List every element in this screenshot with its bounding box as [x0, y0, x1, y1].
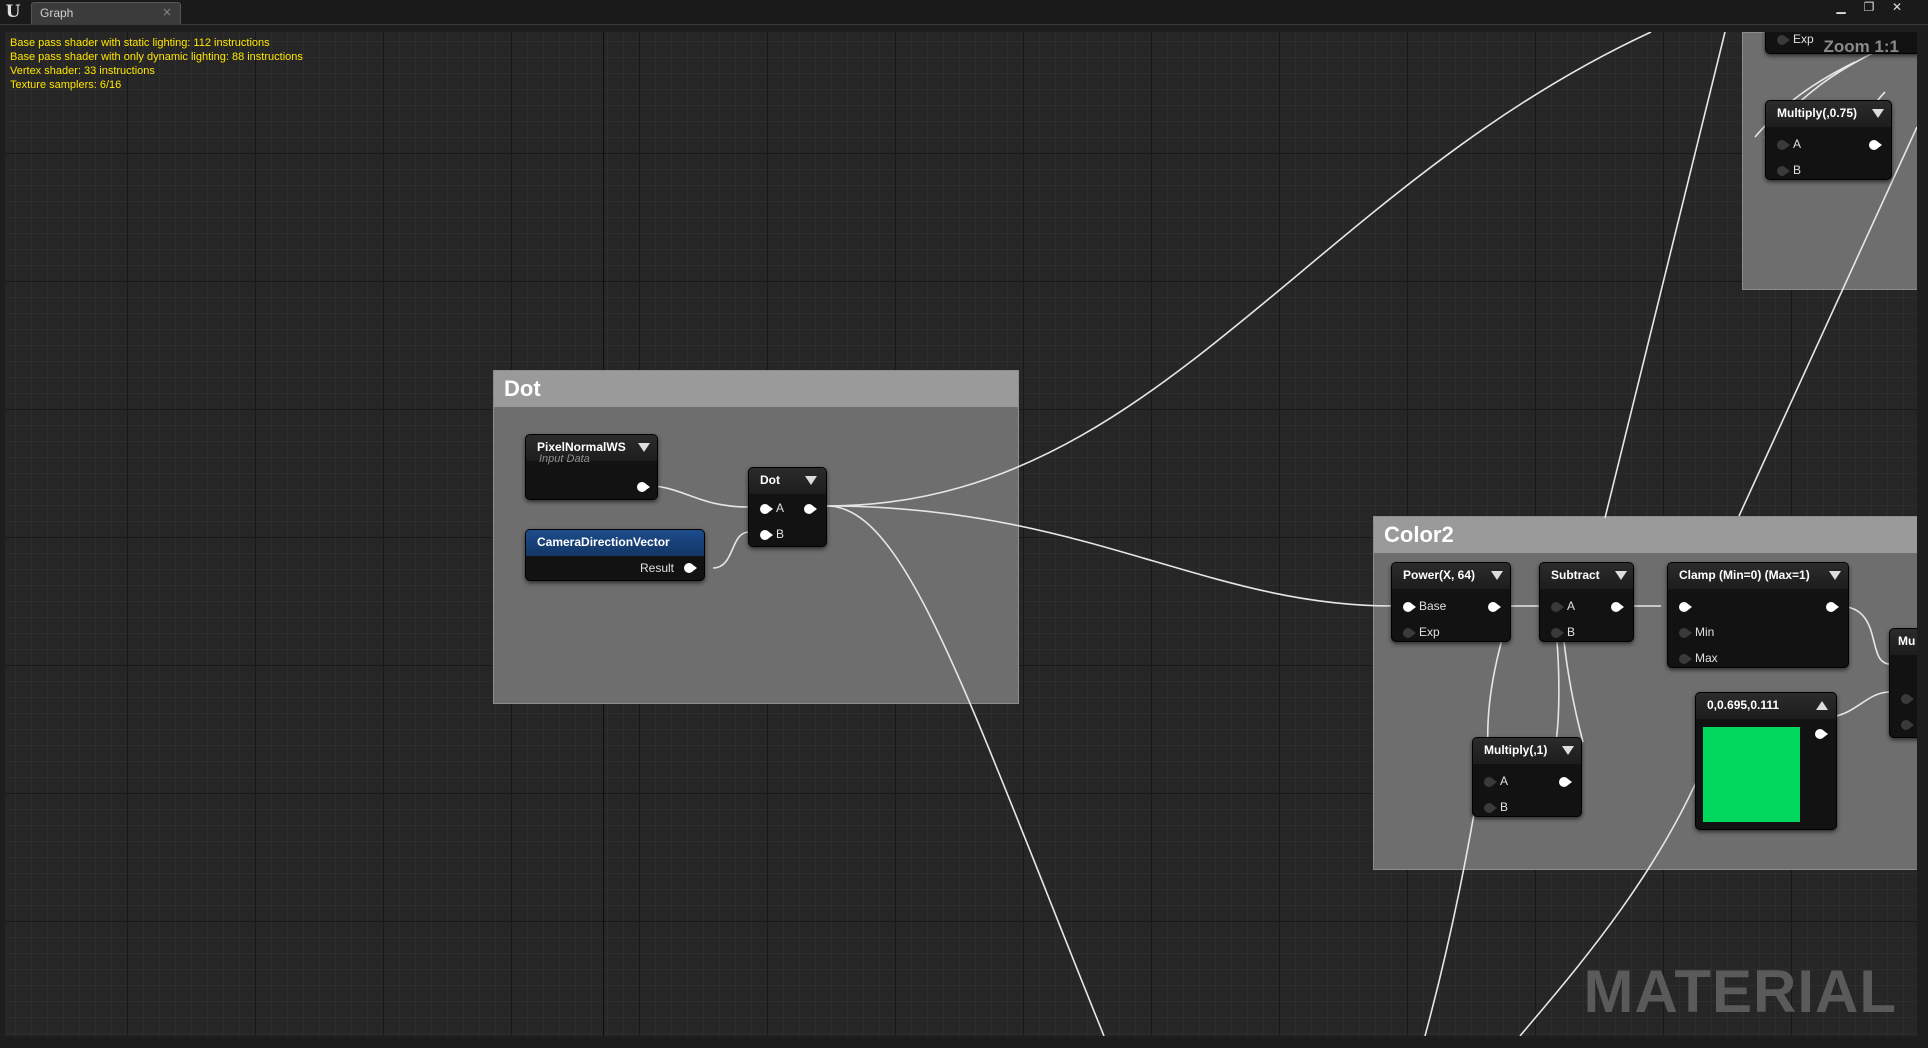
graph-canvas[interactable]: Dot Color2 PixelNormalWS Input Data Came…: [5, 32, 1917, 1036]
material-watermark: MATERIAL: [1583, 958, 1897, 1025]
tab-close-icon[interactable]: ×: [162, 5, 172, 19]
pin-label-b: B: [1793, 163, 1802, 177]
input-pin-b-icon[interactable]: [1551, 628, 1564, 638]
node-subtract[interactable]: Subtract A B: [1539, 562, 1634, 642]
stats-texture-samplers: Texture samplers: 6/16: [10, 79, 122, 91]
node-power[interactable]: Power(X, 64) Base Exp: [1391, 562, 1511, 642]
input-pin-exp-icon[interactable]: [1403, 628, 1416, 638]
output-pin-icon[interactable]: [804, 504, 817, 514]
material-editor-window: U Graph × ▁ ❐ ✕ Dot Color2 PixelNormalWS…: [0, 0, 1928, 1048]
node-constant3vector[interactable]: 0,0.695,0.111: [1695, 692, 1837, 830]
close-icon[interactable]: ✕: [1884, 0, 1910, 16]
node-multiply-1[interactable]: Multiply(,1) A B: [1472, 737, 1582, 817]
pin-label-a: A: [1567, 599, 1576, 613]
unreal-logo-icon: U: [5, 2, 21, 22]
pin-label-b: B: [1500, 800, 1509, 814]
input-pin-a-icon[interactable]: [1484, 777, 1497, 787]
input-pin-min-icon[interactable]: [1679, 628, 1692, 638]
output-pin-icon[interactable]: [1488, 602, 1501, 612]
collapse-arrow-icon[interactable]: [805, 476, 817, 485]
node-clamp[interactable]: Clamp (Min=0) (Max=1) Min Max: [1667, 562, 1849, 668]
input-pin-a-icon[interactable]: [1551, 602, 1564, 612]
output-pin-icon[interactable]: [1826, 602, 1839, 612]
collapse-arrow-icon[interactable]: [1615, 571, 1627, 580]
connection-wires: [638, 32, 1917, 1036]
output-pin-icon[interactable]: [684, 563, 697, 573]
pin-label-exp: Exp: [1793, 32, 1814, 46]
pin-label-a: A: [776, 501, 785, 515]
output-pin-icon[interactable]: [1559, 777, 1572, 787]
pin-label-base: Base: [1419, 599, 1447, 613]
minimize-icon[interactable]: ▁: [1828, 0, 1854, 16]
node-pixelnormalws[interactable]: PixelNormalWS Input Data: [525, 434, 658, 500]
wire-dot-power: [826, 505, 1394, 607]
input-pin-max-icon[interactable]: [1679, 654, 1692, 664]
wire-dot-bottom: [826, 505, 1105, 1036]
collapse-arrow-icon[interactable]: [1491, 571, 1503, 580]
wire-subtract-multiply: [1562, 631, 1584, 743]
input-pin-b-icon[interactable]: [1777, 166, 1790, 176]
zoom-level-label: Zoom 1:1: [1823, 37, 1899, 56]
input-pin-b-icon[interactable]: [760, 530, 773, 540]
pin-label-exp: Exp: [1419, 625, 1440, 639]
node-multiply-partial-title: Mu: [1890, 629, 1917, 655]
input-pin-exp-icon[interactable]: [1777, 35, 1790, 45]
pin-label-a: A: [1793, 137, 1802, 151]
input-pin-icon[interactable]: [1679, 602, 1692, 612]
output-pin-icon[interactable]: [1611, 602, 1624, 612]
collapse-arrow-icon[interactable]: [1872, 109, 1884, 118]
stats-vertex-shader: Vertex shader: 33 instructions: [10, 65, 155, 77]
stats-dynamic-lighting: Base pass shader with only dynamic light…: [10, 51, 303, 63]
pin-label-b: B: [776, 527, 785, 541]
output-pin-icon[interactable]: [1869, 140, 1882, 150]
pin-label-a: A: [1500, 774, 1509, 788]
wire-color2-top-b: [1738, 126, 1917, 517]
color-preview-swatch: [1703, 727, 1800, 822]
input-pin-b-icon[interactable]: [1484, 803, 1497, 813]
restore-icon[interactable]: ❐: [1856, 0, 1882, 16]
input-pin-icon[interactable]: [1901, 694, 1914, 704]
output-pin-icon[interactable]: [1815, 729, 1828, 739]
node-clamp-title: Clamp (Min=0) (Max=1): [1668, 563, 1848, 589]
tab-graph[interactable]: Graph ×: [31, 2, 181, 24]
pin-label-result: Result: [639, 561, 674, 575]
node-multiply-075[interactable]: Multiply(,0.75) A B: [1765, 100, 1892, 180]
wire-camera-dot: [712, 531, 750, 569]
input-pin-base-icon[interactable]: [1403, 602, 1416, 612]
title-bar: U Graph × ▁ ❐ ✕: [0, 0, 1928, 25]
tab-graph-label: Graph: [40, 6, 74, 20]
wire-dot-topright: [826, 32, 1652, 507]
node-constant3vector-title: 0,0.695,0.111: [1696, 693, 1836, 719]
stats-static-lighting: Base pass shader with static lighting: 1…: [10, 37, 270, 49]
node-multiply-partial[interactable]: Mu: [1889, 628, 1917, 738]
shader-stats-overlay: Base pass shader with static lighting: 1…: [10, 36, 303, 92]
collapse-arrow-icon[interactable]: [638, 443, 650, 452]
node-dot[interactable]: Dot A B: [748, 467, 827, 547]
expand-arrow-icon[interactable]: [1816, 701, 1828, 710]
pin-label-min: Min: [1695, 625, 1715, 639]
node-cameradirectionvector[interactable]: CameraDirectionVector Result: [525, 529, 705, 581]
input-pin-a-icon[interactable]: [760, 504, 773, 514]
input-pin-a-icon[interactable]: [1777, 140, 1790, 150]
node-pixelnormalws-subtitle: Input Data: [539, 453, 590, 465]
output-pin-icon[interactable]: [637, 482, 650, 492]
pin-label-max: Max: [1695, 651, 1718, 665]
input-pin-icon[interactable]: [1901, 720, 1914, 730]
pin-label-b: B: [1567, 625, 1576, 639]
node-cameradirectionvector-title: CameraDirectionVector: [526, 530, 704, 556]
collapse-arrow-icon[interactable]: [1829, 571, 1841, 580]
collapse-arrow-icon[interactable]: [1562, 746, 1574, 755]
wire-color2-top-a: [1604, 32, 1726, 519]
